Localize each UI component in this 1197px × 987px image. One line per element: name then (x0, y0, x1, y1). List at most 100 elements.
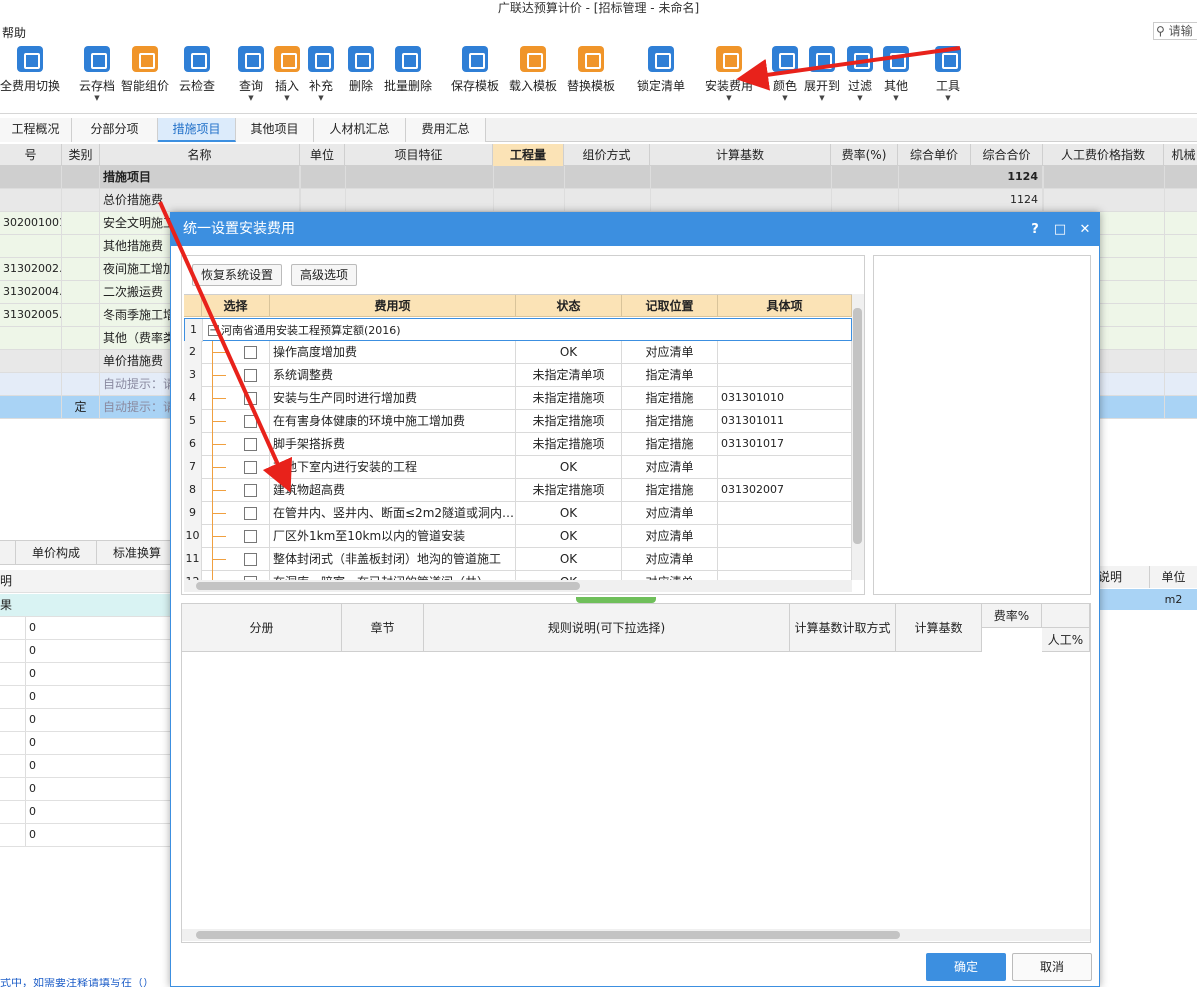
fee-item-code[interactable] (718, 341, 852, 364)
vertical-scrollbar[interactable] (852, 294, 864, 580)
fee-item-code[interactable] (718, 548, 852, 571)
fee-position[interactable]: 指定措施 (622, 479, 718, 502)
cell-type (62, 350, 100, 373)
row-number: 6 (184, 433, 202, 456)
rules-table: 分册 章节 规则说明(可下拉选择) 计算基数计取方式 计算基数 费率% 人工% (181, 603, 1091, 943)
bottom-tab-0[interactable]: 单价构成 (16, 541, 97, 565)
tab-5[interactable]: 费用汇总 (406, 118, 486, 142)
list-item[interactable]: 0 (0, 755, 170, 778)
list-item[interactable]: 0 (0, 778, 170, 801)
list-item[interactable]: 0 (0, 663, 170, 686)
fee-item-row[interactable]: 5 在有害身体健康的环境中施工增加费 未指定措施项 指定措施 031301011 (184, 410, 852, 433)
fee-position[interactable]: 指定清单 (622, 364, 718, 387)
list-item[interactable]: 0 (0, 686, 170, 709)
fee-position[interactable]: 对应清单 (622, 341, 718, 364)
fee-item-row[interactable]: 6 脚手架搭拆费 未指定措施项 指定措施 031301017 (184, 433, 852, 456)
fee-status: 未指定措施项 (516, 387, 622, 410)
fee-item-row[interactable]: 1− 河南省通用安装工程预算定额(2016) (184, 318, 852, 342)
restore-defaults-button[interactable]: 恢复系统设置 (192, 264, 283, 286)
fee-position[interactable]: 对应清单 (622, 548, 718, 571)
fee-item-code[interactable] (718, 525, 852, 548)
fee-position[interactable]: 对应清单 (622, 571, 718, 580)
fee-item-code[interactable] (718, 502, 852, 525)
fee-item-row[interactable]: 3 系统调整费 未指定清单项 指定清单 (184, 364, 852, 387)
select-checkbox[interactable] (244, 369, 257, 382)
fee-item-code[interactable] (718, 456, 852, 479)
bottom-tab-1[interactable]: 标准换算 (97, 541, 178, 565)
fee-item-code[interactable]: 031301017 (718, 433, 852, 456)
select-cell (202, 364, 270, 387)
row-number: 12 (184, 571, 202, 580)
fee-item-row[interactable]: 11 整体封闭式（非盖板封闭）地沟的管道施工 OK 对应清单 (184, 548, 852, 571)
close-icon[interactable]: ✕ (1073, 213, 1097, 246)
select-checkbox[interactable] (244, 484, 257, 497)
tab-0[interactable]: 工程概况 (0, 118, 72, 142)
group-name-cell[interactable]: − 河南省通用安装工程预算定额(2016) (203, 319, 852, 342)
advanced-options-button[interactable]: 高级选项 (291, 264, 358, 286)
select-checkbox[interactable] (244, 346, 257, 359)
ribbon-switch-cost-button[interactable]: 全费用切换 (0, 46, 64, 94)
select-checkbox[interactable] (244, 438, 257, 451)
fee-item-code[interactable]: 031301011 (718, 410, 852, 433)
fee-item-code[interactable] (718, 364, 852, 387)
fee-position[interactable]: 指定措施 (622, 433, 718, 456)
list-item[interactable]: 0 (0, 709, 170, 732)
list-item[interactable]: 0 (0, 640, 170, 663)
fee-name: 整体封闭式（非盖板封闭）地沟的管道施工 (270, 548, 516, 571)
cell-code (0, 166, 62, 189)
fee-item-row[interactable]: 4 安装与生产同时进行增加费 未指定措施项 指定措施 031301010 (184, 387, 852, 410)
fee-position[interactable]: 指定措施 (622, 387, 718, 410)
cell-total: 1124 (971, 166, 1043, 189)
collapse-icon[interactable]: − (208, 325, 219, 336)
select-checkbox[interactable] (244, 530, 257, 543)
list-item[interactable]: 0 (0, 617, 170, 640)
rules-horizontal-scrollbar[interactable] (182, 929, 1090, 941)
ribbon-button-label: 批量删除 (383, 79, 432, 93)
search-input[interactable]: ⚲ 请输 (1153, 22, 1197, 40)
cancel-button[interactable]: 取消 (1012, 953, 1092, 981)
menu-help[interactable]: 帮助 (0, 24, 26, 42)
ribbon-tools-button[interactable]: 工具 ▼ (914, 46, 982, 102)
fee-item-code[interactable]: 031302007 (718, 479, 852, 502)
tab-2[interactable]: 措施项目 (158, 118, 236, 142)
ok-button[interactable]: 确定 (926, 953, 1006, 981)
bottom-left-list: 明果 0 0 0 0 0 0 0 0 0 0 (0, 570, 170, 970)
rules-col-header: 费率% (982, 604, 1042, 628)
fee-position[interactable]: 对应清单 (622, 525, 718, 548)
horizontal-scrollbar[interactable] (184, 580, 852, 592)
fee-position[interactable]: 对应清单 (622, 456, 718, 479)
main-table-row[interactable]: 总价措施费 1124 (0, 189, 1197, 212)
ribbon-batch-delete-button[interactable]: 批量删除 (374, 46, 442, 94)
ribbon-replace-template-button[interactable]: 替换模板 (557, 46, 625, 94)
main-col-header: 名称 (100, 144, 300, 166)
select-checkbox[interactable] (244, 461, 257, 474)
list-item[interactable]: 0 (0, 824, 170, 847)
fee-item-row[interactable]: 2 操作高度增加费 OK 对应清单 (184, 341, 852, 364)
help-icon[interactable]: ? (1023, 213, 1047, 246)
fee-item-row[interactable]: 8 建筑物超高费 未指定措施项 指定措施 031302007 (184, 479, 852, 502)
maximize-icon[interactable]: □ (1048, 213, 1072, 246)
fee-item-row[interactable]: 9 在管井内、竖井内、断面≤2m2隧道或洞内… OK 对应清单 (184, 502, 852, 525)
fee-item-code[interactable]: 031301010 (718, 387, 852, 410)
select-checkbox[interactable] (244, 392, 257, 405)
fee-item-code[interactable] (718, 571, 852, 580)
ribbon-lock-button[interactable]: 锁定清单 (627, 46, 695, 94)
main-table-row[interactable]: 措施项目 1124 (0, 166, 1197, 189)
list-item[interactable]: 0 (0, 732, 170, 755)
tab-3[interactable]: 其他项目 (236, 118, 314, 142)
select-checkbox[interactable] (244, 415, 257, 428)
fee-position[interactable]: 对应清单 (622, 502, 718, 525)
group-name: 河南省通用安装工程预算定额(2016) (221, 324, 401, 337)
chevron-down-icon: ▼ (94, 94, 100, 102)
fee-item-row[interactable]: 7 在地下室内进行安装的工程 OK 对应清单 (184, 456, 852, 479)
list-item[interactable]: 0 (0, 801, 170, 824)
tab-4[interactable]: 人材机汇总 (314, 118, 406, 142)
select-checkbox[interactable] (244, 553, 257, 566)
fee-position[interactable]: 指定措施 (622, 410, 718, 433)
fee-item-row[interactable]: 12 在洞库、暗室，在已封闭的管道间（井）…OK对应清单 (184, 571, 852, 580)
smart-price-icon (132, 46, 158, 72)
select-checkbox[interactable] (244, 507, 257, 520)
select-cell (202, 387, 270, 410)
tab-1[interactable]: 分部分项 (72, 118, 158, 142)
fee-item-row[interactable]: 10 厂区外1km至10km以内的管道安装 OK 对应清单 (184, 525, 852, 548)
